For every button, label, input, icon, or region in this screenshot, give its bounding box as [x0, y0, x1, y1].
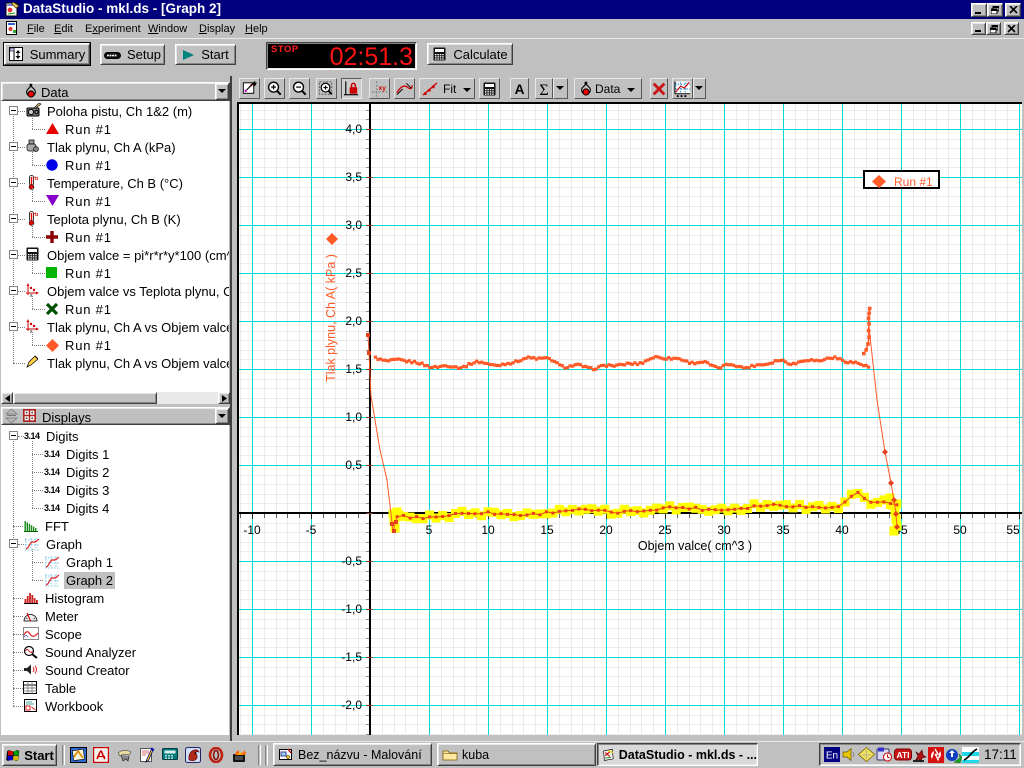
svg-text:3.14: 3.14 — [24, 431, 40, 440]
svg-text:20: 20 — [599, 523, 613, 537]
svg-text:3.14: 3.14 — [44, 485, 60, 494]
svg-text:3.14: 3.14 — [44, 467, 60, 476]
svg-text:-0,5: -0,5 — [341, 554, 362, 568]
svg-text:-10: -10 — [243, 523, 261, 537]
svg-text:Tlak plynu, Ch A( kPa ): Tlak plynu, Ch A( kPa ) — [324, 254, 338, 382]
svg-text:50: 50 — [953, 523, 967, 537]
svg-text:Σ: Σ — [539, 82, 548, 98]
svg-text:10: 10 — [481, 523, 495, 537]
svg-text:2,5: 2,5 — [345, 266, 362, 280]
svg-text:25: 25 — [658, 523, 672, 537]
svg-text:3.14: 3.14 — [44, 449, 60, 458]
svg-text:3,0: 3,0 — [345, 218, 362, 232]
svg-text:1,0: 1,0 — [345, 410, 362, 424]
svg-text:Objem valce( cm^3 ): Objem valce( cm^3 ) — [638, 539, 752, 553]
svg-text:-1,5: -1,5 — [341, 650, 362, 664]
svg-text:Run #1: Run #1 — [894, 175, 933, 189]
svg-text:rtd: rtd — [33, 212, 38, 218]
svg-text:En: En — [826, 751, 838, 762]
svg-text:1,5: 1,5 — [345, 362, 362, 376]
svg-text:A: A — [515, 82, 525, 97]
svg-text:3,5: 3,5 — [345, 170, 362, 184]
svg-text:15: 15 — [540, 523, 554, 537]
svg-text:4,0: 4,0 — [345, 122, 362, 136]
svg-text:55: 55 — [1006, 523, 1020, 537]
svg-text:-2,0: -2,0 — [341, 698, 362, 712]
svg-text:5: 5 — [426, 523, 433, 537]
svg-text:rtd: rtd — [33, 176, 38, 182]
svg-text:-1,0: -1,0 — [341, 602, 362, 616]
svg-text:0,5: 0,5 — [345, 458, 362, 472]
svg-text:-5: -5 — [306, 523, 317, 537]
svg-text:2,0: 2,0 — [345, 314, 362, 328]
svg-text:ATI: ATI — [896, 750, 909, 760]
svg-text:30: 30 — [717, 523, 731, 537]
svg-text:40: 40 — [835, 523, 849, 537]
svg-text:3.14: 3.14 — [44, 503, 60, 512]
svg-text:xy: xy — [379, 84, 387, 91]
svg-text:35: 35 — [776, 523, 790, 537]
